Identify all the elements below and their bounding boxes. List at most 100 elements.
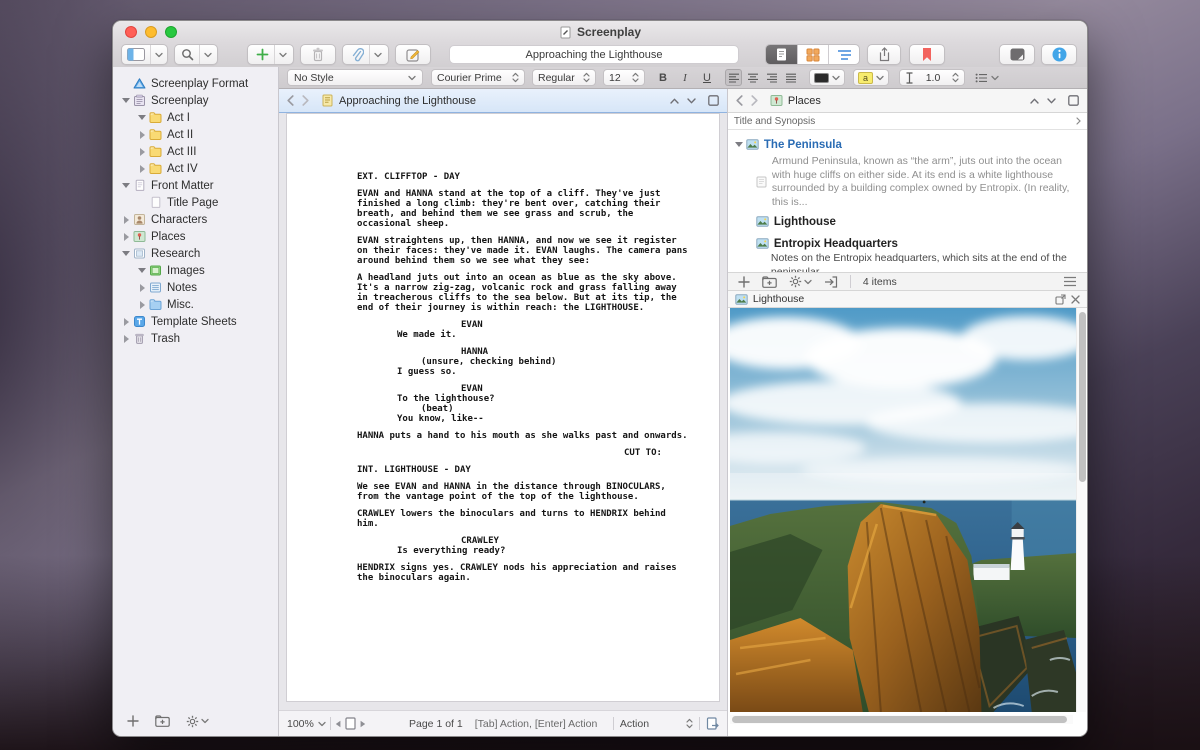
style-dropdown[interactable]: No Style (287, 69, 423, 86)
list-options-icon[interactable] (1063, 276, 1077, 287)
disclosure-triangle-icon[interactable] (734, 142, 744, 147)
disclosure-triangle-icon[interactable] (137, 148, 147, 156)
back-icon[interactable] (736, 95, 743, 106)
binder-item-misc-[interactable]: Misc. (113, 296, 278, 313)
split-editor-icon[interactable] (1068, 95, 1079, 106)
disclosure-triangle-icon[interactable] (121, 216, 131, 224)
zoom-level[interactable]: 100% (287, 718, 314, 730)
disclosure-triangle-icon[interactable] (121, 98, 131, 103)
add-icon[interactable] (127, 715, 139, 727)
open-in-editor-icon[interactable] (1055, 294, 1066, 305)
binder-item-notes[interactable]: Notes (113, 279, 278, 296)
import-icon[interactable] (824, 276, 838, 288)
chevron-down-icon[interactable] (318, 721, 326, 727)
previous-page-icon[interactable] (335, 720, 341, 728)
binder-item-act-ii[interactable]: Act II (113, 126, 278, 143)
disclosure-triangle-icon[interactable] (137, 301, 147, 309)
binder-item-screenplay-format[interactable]: Screenplay Format (113, 75, 278, 92)
binder-item-research[interactable]: Research (113, 245, 278, 262)
chevron-down-icon[interactable] (199, 45, 216, 64)
add-folder-icon[interactable] (155, 715, 170, 727)
binder-item-screenplay[interactable]: Screenplay (113, 92, 278, 109)
align-right-button[interactable] (763, 69, 780, 86)
outline-row-the-peninsula[interactable]: The Peninsula (728, 136, 1087, 153)
add-item-button[interactable] (247, 44, 294, 65)
disclosure-triangle-icon[interactable] (137, 284, 147, 292)
bookmark-button[interactable] (909, 44, 945, 65)
disclosure-triangle-icon[interactable] (121, 318, 131, 326)
font-weight-dropdown[interactable]: Regular (532, 69, 596, 86)
disclosure-triangle-icon[interactable] (137, 115, 147, 120)
next-document-icon[interactable] (1047, 98, 1056, 104)
document-title-field[interactable]: Approaching the Lighthouse (449, 45, 739, 64)
scrollbar-thumb[interactable] (1079, 312, 1086, 482)
chevron-down-icon[interactable] (150, 45, 167, 64)
view-mode-corkboard[interactable] (797, 45, 828, 64)
list-format-button[interactable] (975, 69, 999, 86)
disclosure-triangle-icon[interactable] (137, 131, 147, 139)
align-justify-button[interactable] (782, 69, 799, 86)
action-menu[interactable] (789, 275, 812, 288)
close-icon[interactable] (1071, 295, 1080, 304)
quick-reference-button[interactable] (395, 44, 431, 65)
attach-button[interactable] (342, 44, 389, 65)
outliner-column-header[interactable]: Title and Synopsis (728, 113, 1087, 130)
outline-row-entropix-headquarters[interactable]: Entropix Headquarters (728, 235, 1087, 252)
search-button[interactable] (174, 44, 218, 65)
share-button[interactable] (867, 44, 901, 65)
screenplay-page[interactable]: EXT. CLIFFTOP - DAYEVAN and HANNA stand … (286, 113, 720, 702)
binder-item-act-iv[interactable]: Act IV (113, 160, 278, 177)
font-size-stepper[interactable]: 12 (603, 69, 645, 86)
highlight-color-well[interactable]: a (853, 69, 889, 86)
italic-button[interactable]: I (677, 69, 693, 86)
disclosure-triangle-icon[interactable] (121, 183, 131, 188)
stepper-icon[interactable] (686, 718, 693, 729)
inspector-button[interactable] (1041, 44, 1077, 65)
add-folder-icon[interactable] (762, 276, 777, 288)
disclosure-triangle-icon[interactable] (121, 233, 131, 241)
horizontal-scrollbar[interactable] (730, 715, 1073, 724)
image-viewer[interactable] (728, 308, 1087, 736)
binder-item-front-matter[interactable]: Front Matter (113, 177, 278, 194)
scriptwriting-mode-icon[interactable] (706, 717, 719, 730)
binder-item-act-iii[interactable]: Act III (113, 143, 278, 160)
split-editor-icon[interactable] (708, 95, 719, 106)
binder-item-images[interactable]: Images (113, 262, 278, 279)
previous-document-icon[interactable] (670, 98, 679, 104)
binder-action-menu[interactable] (186, 715, 209, 728)
close-button[interactable] (125, 26, 137, 38)
toggle-binder-button[interactable] (121, 44, 168, 65)
element-mode[interactable]: Action (620, 718, 680, 730)
add-icon[interactable] (738, 276, 750, 288)
view-mode-document[interactable] (766, 45, 797, 64)
outline-row-lighthouse[interactable]: Lighthouse (728, 213, 1087, 230)
disclosure-triangle-icon[interactable] (137, 165, 147, 173)
chevron-down-icon[interactable] (369, 45, 386, 64)
forward-icon[interactable] (751, 95, 758, 106)
compose-mode-button[interactable] (999, 44, 1035, 65)
scrollbar-thumb[interactable] (732, 716, 1067, 723)
binder-item-act-i[interactable]: Act I (113, 109, 278, 126)
chevron-down-icon[interactable] (274, 45, 291, 64)
font-dropdown[interactable]: Courier Prime (431, 69, 525, 86)
align-left-button[interactable] (725, 69, 742, 86)
binder-item-places[interactable]: Places (113, 228, 278, 245)
disclosure-triangle-icon[interactable] (121, 251, 131, 256)
chevron-right-icon[interactable] (1076, 117, 1081, 125)
binder-item-trash[interactable]: Trash (113, 330, 278, 347)
minimize-button[interactable] (145, 26, 157, 38)
trash-button[interactable] (300, 44, 336, 65)
bold-button[interactable]: B (655, 69, 671, 86)
disclosure-triangle-icon[interactable] (121, 335, 131, 343)
previous-document-icon[interactable] (1030, 98, 1039, 104)
binder-item-characters[interactable]: Characters (113, 211, 278, 228)
vertical-scrollbar[interactable] (1076, 308, 1086, 712)
back-icon[interactable] (287, 95, 294, 106)
zoom-button[interactable] (165, 26, 177, 38)
forward-icon[interactable] (302, 95, 309, 106)
next-page-icon[interactable] (360, 720, 366, 728)
disclosure-triangle-icon[interactable] (137, 268, 147, 273)
window-titlebar[interactable]: Screenplay (113, 21, 1087, 43)
binder-item-template-sheets[interactable]: Template Sheets (113, 313, 278, 330)
next-document-icon[interactable] (687, 98, 696, 104)
